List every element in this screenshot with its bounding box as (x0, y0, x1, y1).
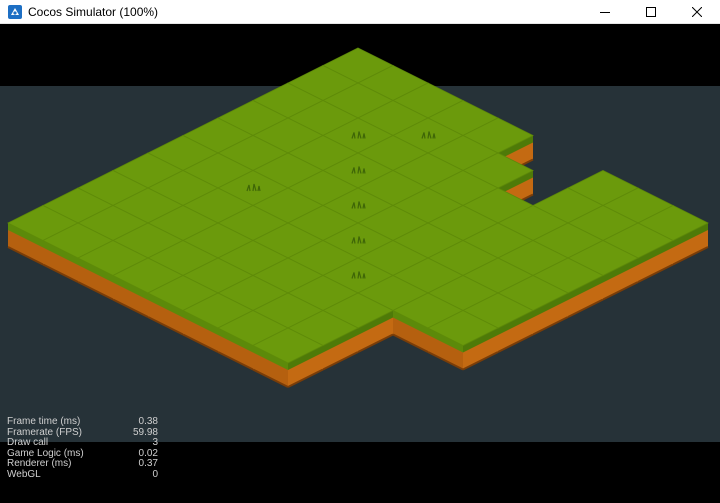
game-canvas[interactable]: Frame time (ms) 0.38 Framerate (FPS) 59.… (0, 24, 720, 503)
title-bar[interactable]: Cocos Simulator (100%) (0, 0, 720, 24)
stat-value: 3 (152, 437, 158, 448)
stat-label: Frame time (ms) (7, 416, 81, 427)
stat-label: Draw call (7, 437, 49, 448)
debug-stats-panel: Frame time (ms) 0.38 Framerate (FPS) 59.… (7, 416, 158, 481)
minimize-button[interactable] (582, 0, 628, 24)
minimize-icon (600, 12, 610, 13)
stat-row-webgl: WebGL 0 (7, 468, 158, 481)
stat-value: 0 (152, 468, 158, 480)
stat-row-frame-time: Frame time (ms) 0.38 (7, 416, 158, 428)
window-title: Cocos Simulator (100%) (28, 5, 159, 19)
stat-label: WebGL (7, 468, 41, 480)
close-icon (692, 7, 702, 17)
stat-row-draw-call: Draw call 3 (7, 437, 158, 449)
stat-row-renderer: Renderer (ms) 0.37 (7, 458, 158, 470)
stat-value: 0.38 (138, 416, 158, 427)
stat-label: Renderer (ms) (7, 458, 72, 469)
stat-value: 0.37 (138, 458, 158, 469)
close-button[interactable] (674, 0, 720, 24)
cocos-app-icon (8, 5, 22, 19)
maximize-button[interactable] (628, 0, 674, 24)
maximize-icon (646, 7, 656, 17)
